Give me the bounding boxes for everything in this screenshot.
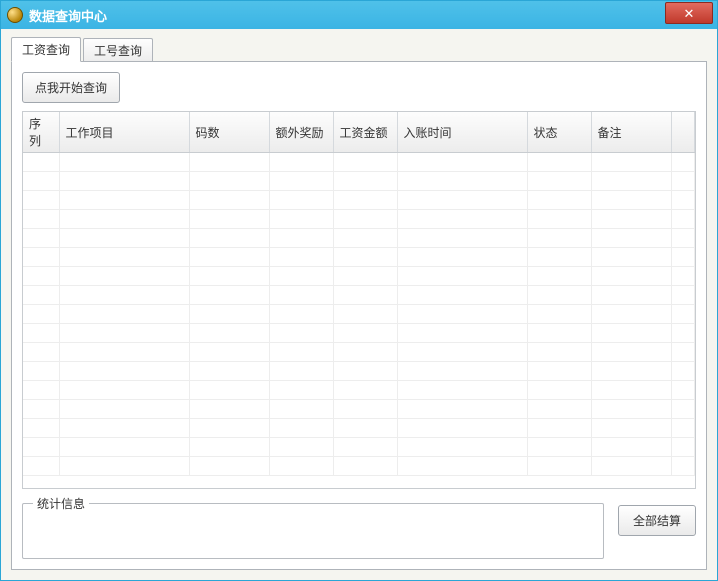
col-remark[interactable]: 备注 <box>591 112 671 153</box>
title-left: 数据查询中心 <box>7 6 107 25</box>
data-table-wrapper: 序列 工作项目 码数 额外奖励 工资金额 入账时间 状态 备注 <box>22 111 696 489</box>
col-time[interactable]: 入账时间 <box>397 112 527 153</box>
tab-jobno-query[interactable]: 工号查询 <box>83 38 153 62</box>
start-query-button[interactable]: 点我开始查询 <box>22 72 120 103</box>
table-row[interactable] <box>23 191 695 210</box>
table-body <box>23 153 695 476</box>
col-seq[interactable]: 序列 <box>23 112 59 153</box>
content-area: 工资查询 工号查询 点我开始查询 <box>1 29 717 580</box>
close-icon: ✕ <box>684 7 695 20</box>
table-row[interactable] <box>23 343 695 362</box>
col-project[interactable]: 工作项目 <box>59 112 189 153</box>
close-button[interactable]: ✕ <box>665 2 713 24</box>
titlebar: 数据查询中心 ✕ <box>1 1 717 29</box>
table-row[interactable] <box>23 286 695 305</box>
tab-bar: 工资查询 工号查询 <box>11 37 707 61</box>
table-row[interactable] <box>23 210 695 229</box>
settle-all-button[interactable]: 全部结算 <box>618 505 696 536</box>
table-row[interactable] <box>23 324 695 343</box>
table-row[interactable] <box>23 381 695 400</box>
table-row[interactable] <box>23 457 695 476</box>
table-row[interactable] <box>23 172 695 191</box>
app-icon <box>7 7 23 23</box>
data-table: 序列 工作项目 码数 额外奖励 工资金额 入账时间 状态 备注 <box>23 112 695 476</box>
stats-legend: 统计信息 <box>33 495 89 512</box>
tab-panel-salary: 点我开始查询 <box>11 61 707 570</box>
col-bonus[interactable]: 额外奖励 <box>269 112 333 153</box>
stats-groupbox: 统计信息 <box>22 503 604 559</box>
table-row[interactable] <box>23 400 695 419</box>
table-row[interactable] <box>23 248 695 267</box>
table-row[interactable] <box>23 438 695 457</box>
app-window: 数据查询中心 ✕ 工资查询 工号查询 点我开始查询 <box>0 0 718 581</box>
table-row[interactable] <box>23 419 695 438</box>
col-status[interactable]: 状态 <box>527 112 591 153</box>
table-row[interactable] <box>23 305 695 324</box>
table-row[interactable] <box>23 267 695 286</box>
col-code[interactable]: 码数 <box>189 112 269 153</box>
col-filler <box>671 112 695 153</box>
table-row[interactable] <box>23 153 695 172</box>
col-amount[interactable]: 工资金额 <box>333 112 397 153</box>
table-row[interactable] <box>23 362 695 381</box>
table-row[interactable] <box>23 229 695 248</box>
bottom-row: 统计信息 全部结算 <box>22 503 696 559</box>
table-header-row: 序列 工作项目 码数 额外奖励 工资金额 入账时间 状态 备注 <box>23 112 695 153</box>
window-title: 数据查询中心 <box>29 6 107 25</box>
tab-salary-query[interactable]: 工资查询 <box>11 37 81 62</box>
